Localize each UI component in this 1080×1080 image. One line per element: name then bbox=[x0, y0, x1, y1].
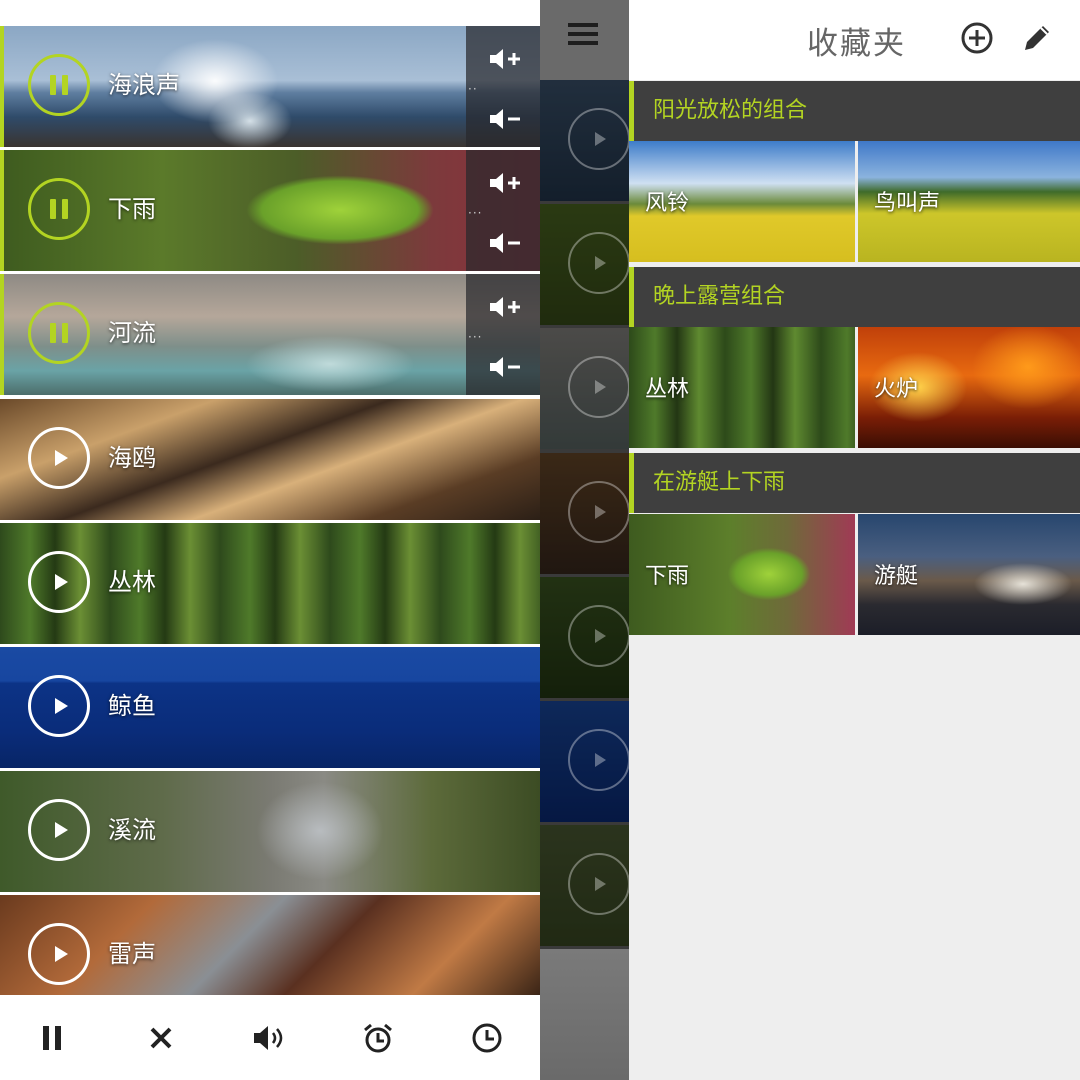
play-button[interactable] bbox=[28, 427, 90, 489]
volume-down-icon[interactable] bbox=[488, 108, 522, 130]
drag-handle[interactable]: ··· bbox=[468, 206, 482, 220]
favorite-group-header[interactable]: 阳光放松的组合 bbox=[629, 81, 1080, 141]
alarm-button[interactable] bbox=[361, 1021, 395, 1055]
pause-button[interactable] bbox=[28, 178, 90, 240]
pause-button[interactable] bbox=[28, 302, 90, 364]
tile-label: 游艇 bbox=[874, 564, 919, 589]
play-icon bbox=[54, 946, 68, 962]
sound-label: 溪流 bbox=[108, 816, 156, 844]
dimmed-row bbox=[540, 204, 629, 325]
volume-down-icon[interactable] bbox=[488, 232, 522, 254]
dimmed-row bbox=[540, 453, 629, 574]
pause-icon bbox=[43, 1026, 61, 1050]
sound-row-whale[interactable]: 鲸鱼 bbox=[0, 647, 540, 768]
pause-all-button[interactable] bbox=[35, 1021, 69, 1055]
volume-down-icon[interactable] bbox=[488, 356, 522, 378]
favorite-tile-birdsong[interactable]: 鸟叫声 bbox=[858, 141, 1080, 262]
sound-label: 鲸鱼 bbox=[108, 692, 156, 720]
status-strip bbox=[0, 0, 540, 26]
play-button[interactable] bbox=[28, 923, 90, 985]
sound-label: 丛林 bbox=[108, 568, 156, 596]
tile-label: 鸟叫声 bbox=[874, 191, 941, 216]
sound-row-ocean-waves[interactable]: 海浪声 ·· bbox=[0, 26, 540, 147]
volume-up-icon[interactable] bbox=[488, 48, 522, 70]
sound-label: 下雨 bbox=[108, 195, 156, 223]
play-button[interactable] bbox=[28, 799, 90, 861]
dimmed-row bbox=[540, 80, 629, 201]
favorite-group-header[interactable]: 晚上露营组合 bbox=[629, 267, 1080, 327]
play-icon bbox=[54, 450, 68, 466]
tile-label: 火炉 bbox=[874, 377, 919, 402]
sound-row-jungle[interactable]: 丛林 bbox=[0, 523, 540, 644]
drag-handle[interactable]: ·· bbox=[468, 82, 478, 96]
play-icon bbox=[54, 574, 68, 590]
sound-label: 海鸥 bbox=[108, 444, 156, 472]
sound-label: 雷声 bbox=[108, 940, 156, 968]
drag-handle[interactable]: ··· bbox=[468, 330, 482, 344]
group-title: 晚上露营组合 bbox=[653, 284, 786, 309]
dimmed-row bbox=[540, 328, 629, 449]
menu-button[interactable] bbox=[540, 0, 629, 80]
group-title: 阳光放松的组合 bbox=[653, 98, 808, 123]
play-button[interactable] bbox=[28, 551, 90, 613]
dimmed-row bbox=[540, 949, 629, 1080]
page-title: 收藏夹 bbox=[807, 26, 906, 62]
close-icon bbox=[150, 1027, 172, 1049]
volume-button[interactable] bbox=[252, 1021, 286, 1055]
tile-label: 下雨 bbox=[645, 564, 690, 589]
volume-controls: ·· bbox=[466, 26, 540, 147]
play-icon bbox=[54, 698, 68, 714]
alarm-clock-icon bbox=[364, 1023, 392, 1053]
sound-row-rain[interactable]: 下雨 ··· bbox=[0, 150, 540, 271]
play-icon bbox=[54, 822, 68, 838]
dimmed-row bbox=[540, 577, 629, 698]
volume-controls: ··· bbox=[466, 274, 540, 395]
edit-pencil-icon[interactable] bbox=[1019, 20, 1055, 56]
clock-icon bbox=[472, 1023, 502, 1053]
sound-row-seagull[interactable]: 海鸥 bbox=[0, 399, 540, 520]
dimmed-row bbox=[540, 701, 629, 822]
favorite-group-header[interactable]: 在游艇上下雨 bbox=[629, 453, 1080, 513]
sound-label: 河流 bbox=[108, 319, 156, 347]
sound-row-river[interactable]: 河流 ··· bbox=[0, 274, 540, 395]
volume-controls: ··· bbox=[466, 150, 540, 271]
group-title: 在游艇上下雨 bbox=[653, 470, 786, 495]
favorite-tile-jungle[interactable]: 丛林 bbox=[629, 327, 855, 448]
timer-button[interactable] bbox=[470, 1021, 504, 1055]
favorite-tile-wind-chimes[interactable]: 风铃 bbox=[629, 141, 855, 262]
favorites-drawer: 收藏夹 阳光放松的组合 风铃 鸟叫声 晚上露营组合 丛林 火炉 在游艇上下雨 下… bbox=[629, 0, 1080, 1080]
pause-icon bbox=[50, 75, 68, 95]
volume-up-icon[interactable] bbox=[488, 296, 522, 318]
volume-up-icon[interactable] bbox=[488, 172, 522, 194]
favorite-tile-fireplace[interactable]: 火炉 bbox=[858, 327, 1080, 448]
playback-toolbar bbox=[0, 995, 540, 1080]
sound-list-panel: 海浪声 ·· 下雨 ··· 河流 ··· 海鸥 丛林 鲸鱼 溪流 雷声 bbox=[0, 0, 540, 1080]
pause-button[interactable] bbox=[28, 54, 90, 116]
volume-icon bbox=[254, 1026, 283, 1050]
play-button[interactable] bbox=[28, 675, 90, 737]
tile-label: 风铃 bbox=[645, 191, 690, 216]
sound-row-thunder[interactable]: 雷声 bbox=[0, 895, 540, 995]
sound-row-stream[interactable]: 溪流 bbox=[0, 771, 540, 892]
favorites-header: 收藏夹 bbox=[629, 0, 1080, 80]
dimmed-row bbox=[540, 825, 629, 946]
pause-icon bbox=[50, 199, 68, 219]
list-behind-drawer bbox=[540, 0, 629, 1080]
favorite-tile-yacht[interactable]: 游艇 bbox=[858, 514, 1080, 635]
favorite-tile-rain[interactable]: 下雨 bbox=[629, 514, 855, 635]
add-circle-icon[interactable] bbox=[959, 20, 995, 56]
pause-icon bbox=[50, 323, 68, 343]
stop-all-button[interactable] bbox=[144, 1021, 178, 1055]
tile-label: 丛林 bbox=[645, 377, 690, 402]
sound-label: 海浪声 bbox=[108, 71, 180, 99]
hamburger-menu-icon bbox=[568, 23, 598, 45]
